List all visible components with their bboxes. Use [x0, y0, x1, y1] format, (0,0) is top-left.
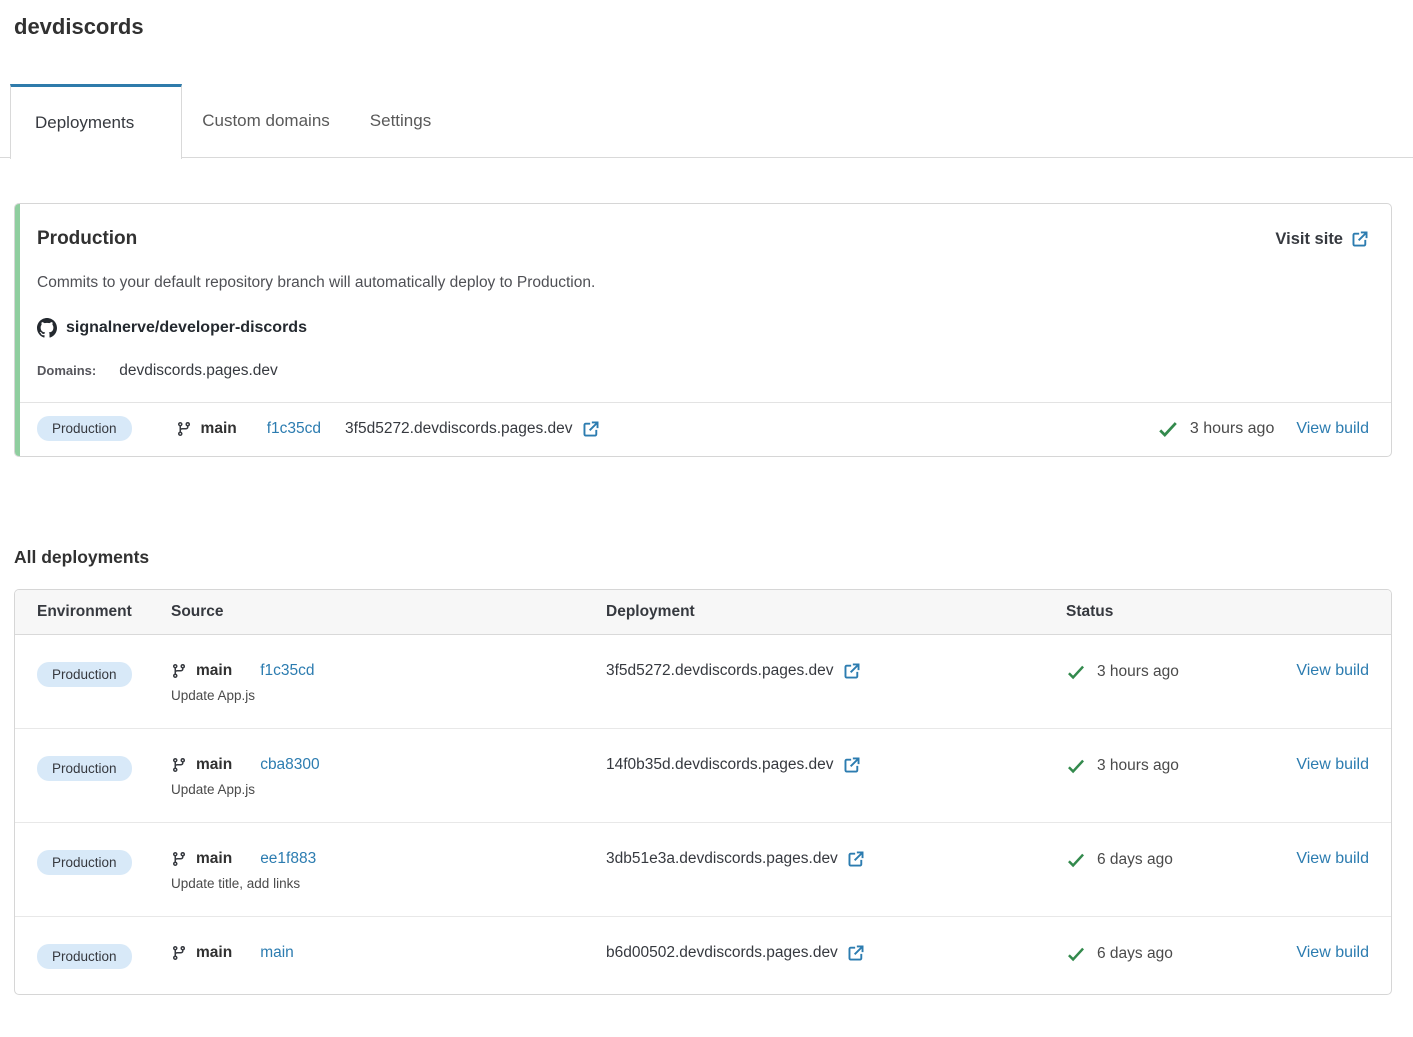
tab-bar: Deployments Custom domains Settings: [0, 84, 1413, 159]
commit-message: Update App.js: [171, 782, 256, 797]
tab-custom-domains-label: Custom domains: [202, 111, 330, 130]
commit-link[interactable]: f1c35cd: [267, 420, 321, 438]
visit-site-label: Visit site: [1275, 229, 1343, 248]
check-icon: [1066, 662, 1086, 682]
page-title: devdiscords: [14, 14, 144, 39]
commit-message: Update App.js: [171, 688, 256, 703]
external-link-icon[interactable]: [843, 662, 861, 680]
branch-name: main: [200, 419, 237, 437]
commit-link[interactable]: cba8300: [260, 756, 319, 774]
tab-settings[interactable]: Settings: [350, 84, 451, 158]
column-header-environment: Environment: [37, 603, 132, 620]
view-build-link[interactable]: View build: [1296, 662, 1369, 680]
tab-deployments[interactable]: Deployments: [10, 84, 183, 159]
view-build-link[interactable]: View build: [1296, 944, 1369, 962]
environment-badge: Production: [37, 944, 132, 969]
column-header-source: Source: [171, 603, 224, 620]
table-row: Production main cba8300 Update App.js 14…: [15, 729, 1391, 823]
domains-value: devdiscords.pages.dev: [119, 362, 278, 379]
git-branch-icon: [171, 757, 187, 773]
git-branch-icon: [176, 421, 192, 437]
pages-project-page: devdiscords Deployments Custom domains S…: [0, 0, 1413, 995]
tab-settings-label: Settings: [369, 111, 432, 130]
git-branch-icon: [171, 851, 187, 867]
table-row: Production main ee1f883 Update title, ad…: [15, 823, 1391, 917]
check-icon: [1066, 850, 1086, 870]
external-link-icon[interactable]: [847, 850, 865, 868]
external-link-icon[interactable]: [847, 944, 865, 962]
external-link-icon: [1351, 230, 1369, 248]
status-time: 3 hours ago: [1097, 663, 1179, 680]
status-time: 6 days ago: [1097, 851, 1173, 868]
check-icon: [1157, 418, 1179, 440]
column-header-deployment: Deployment: [606, 603, 695, 620]
production-stripe: [15, 204, 20, 456]
deployment-url: 14f0b35d.devdiscords.pages.dev: [606, 756, 834, 773]
view-build-link[interactable]: View build: [1296, 756, 1369, 774]
environment-badge: Production: [37, 850, 132, 875]
production-title: Production: [37, 228, 138, 249]
production-description: Commits to your default repository branc…: [37, 274, 596, 291]
status-time: 3 hours ago: [1189, 419, 1275, 437]
check-icon: [1066, 944, 1086, 964]
commit-link[interactable]: ee1f883: [260, 850, 316, 868]
table-row: Production main f1c35cd Update App.js 3f…: [15, 635, 1391, 729]
environment-badge: Production: [37, 416, 132, 441]
commit-link[interactable]: f1c35cd: [260, 662, 314, 680]
status-time: 6 days ago: [1097, 945, 1173, 962]
status-time: 3 hours ago: [1097, 757, 1179, 774]
production-card: Production Visit site Commits to your de…: [14, 203, 1392, 457]
environment-badge: Production: [37, 662, 132, 687]
deployment-url: 3f5d5272.devdiscords.pages.dev: [606, 662, 834, 679]
visit-site-link[interactable]: Visit site: [1275, 230, 1369, 249]
deployments-table: Environment Source Deployment Status Pro…: [14, 589, 1392, 995]
branch-name: main: [196, 850, 233, 867]
repo-name: signalnerve/developer-discords: [66, 319, 307, 336]
table-row: Production main main b6d00502.devdiscord…: [15, 917, 1391, 994]
deployment-url: 3f5d5272.devdiscords.pages.dev: [345, 419, 573, 437]
deployment-url: b6d00502.devdiscords.pages.dev: [606, 944, 838, 961]
repo-link[interactable]: signalnerve/developer-discords: [37, 318, 1369, 338]
git-branch-icon: [171, 945, 187, 961]
commit-message: Update title, add links: [171, 876, 301, 891]
branch-name: main: [196, 756, 233, 773]
column-header-status: Status: [1066, 603, 1114, 620]
view-build-link[interactable]: View build: [1296, 850, 1369, 868]
tab-deployments-label: Deployments: [35, 112, 135, 132]
environment-badge: Production: [37, 756, 132, 781]
branch-name: main: [196, 944, 233, 961]
git-branch-icon: [171, 663, 187, 679]
branch-name: main: [196, 662, 233, 679]
all-deployments-heading: All deployments: [14, 547, 150, 567]
production-deployment-row: Production main f1c35cd 3f5d5272.devdisc…: [15, 402, 1391, 456]
domains-label: Domains:: [37, 363, 97, 378]
external-link-icon[interactable]: [582, 420, 600, 438]
github-icon: [37, 318, 57, 338]
deployment-url: 3db51e3a.devdiscords.pages.dev: [606, 850, 838, 867]
tab-custom-domains[interactable]: Custom domains: [182, 84, 350, 158]
table-header-row: Environment Source Deployment Status: [15, 590, 1391, 635]
check-icon: [1066, 756, 1086, 776]
commit-link[interactable]: main: [260, 944, 294, 962]
external-link-icon[interactable]: [843, 756, 861, 774]
view-build-link[interactable]: View build: [1296, 420, 1369, 438]
